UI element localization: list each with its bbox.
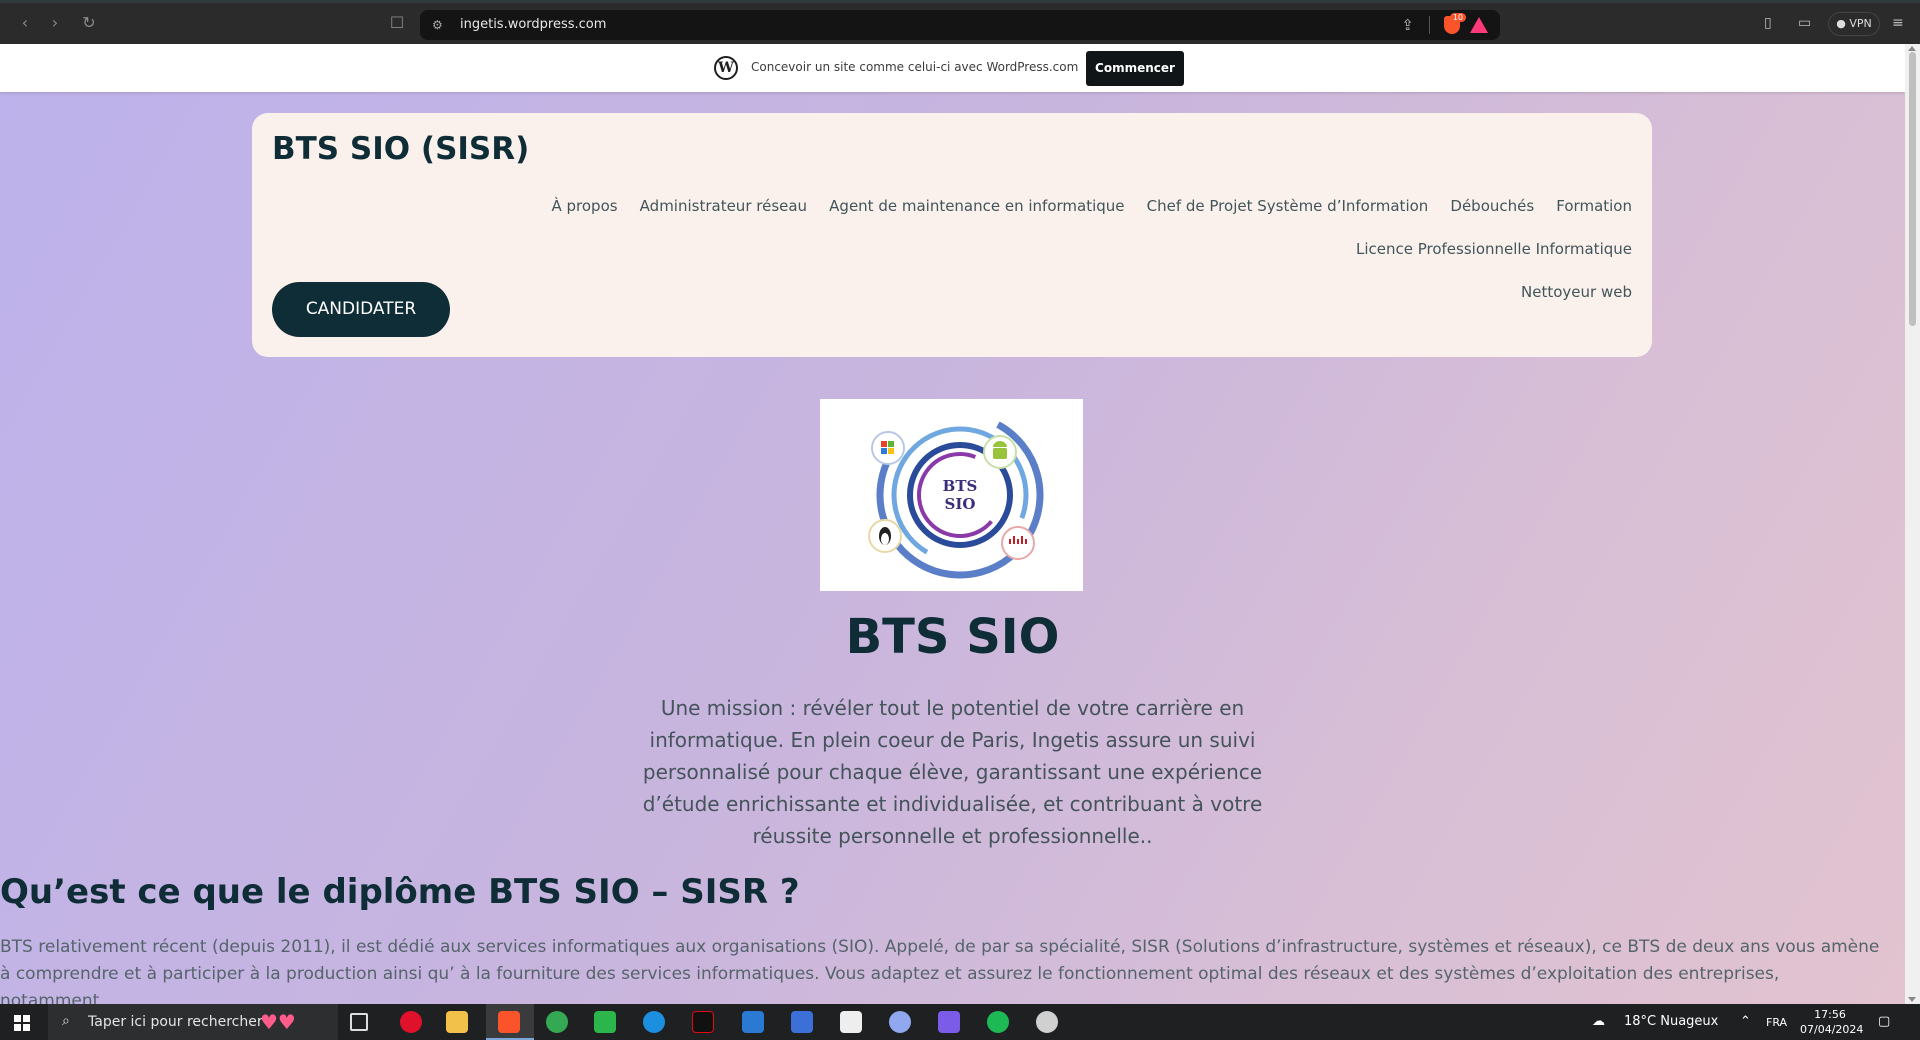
nav-item-a-propos[interactable]: À propos (551, 185, 617, 228)
commencer-button[interactable]: Commencer (1086, 51, 1184, 86)
taskbar-search[interactable]: ⌕ Taper ici pour rechercher ♥♥ (48, 1004, 338, 1040)
divider (1429, 16, 1430, 34)
app-globe-icon[interactable] (889, 1011, 911, 1033)
main-navigation: À propos Administrateur réseau Agent de … (312, 185, 1632, 314)
nav-item-administrateur-reseau[interactable]: Administrateur réseau (640, 185, 807, 228)
netflix-icon[interactable] (692, 1011, 714, 1033)
edge-icon[interactable] (643, 1011, 665, 1033)
candidater-button[interactable]: CANDIDATER (272, 282, 450, 337)
gamepad-icon[interactable] (938, 1011, 960, 1033)
hero-title: BTS SIO (845, 609, 1060, 665)
scroll-down-icon[interactable] (1908, 997, 1916, 1002)
nav-item-licence-pro[interactable]: Licence Professionnelle Informatique (1356, 228, 1632, 271)
chrome-icon[interactable] (546, 1011, 568, 1033)
task-view-icon[interactable] (350, 1013, 368, 1031)
nav-item-chef-de-projet[interactable]: Chef de Projet Système d’Information (1147, 185, 1429, 228)
notifications-icon[interactable]: ▢ (1878, 1014, 1890, 1029)
shields-count-badge: 10 (1449, 13, 1466, 22)
page-scrollbar[interactable] (1905, 44, 1920, 1004)
nav-item-debouches[interactable]: Débouchés (1450, 185, 1534, 228)
wordpress-banner-text[interactable]: Concevoir un site comme celui-ci avec Wo… (751, 60, 1078, 74)
mail-icon[interactable] (742, 1011, 764, 1033)
page-viewport: W Concevoir un site comme celui-ci avec … (0, 44, 1905, 1004)
site-settings-icon[interactable]: ⚙ (432, 18, 446, 32)
opera-icon[interactable] (400, 1011, 422, 1033)
store-icon[interactable] (791, 1011, 813, 1033)
clock[interactable]: 17:56 07/04/2024 (1800, 1007, 1864, 1037)
site-header: BTS SIO (SISR) À propos Administrateur r… (252, 113, 1652, 357)
app-a-icon[interactable] (840, 1011, 862, 1033)
vpn-label: VPN (1849, 17, 1872, 30)
file-explorer-icon[interactable] (446, 1011, 468, 1033)
section-body-text: BTS relativement récent (depuis 2011), i… (0, 937, 1880, 1004)
wordpress-logo-icon[interactable]: W (714, 56, 738, 80)
windows-start-icon[interactable] (14, 1015, 30, 1031)
url-text[interactable]: ingetis.wordpress.com (460, 17, 606, 32)
brave-rewards-icon[interactable] (1470, 17, 1488, 33)
share-icon[interactable]: ⇪ (1401, 16, 1414, 34)
scroll-up-icon[interactable] (1908, 46, 1916, 51)
address-bar[interactable]: ⚙ ingetis.wordpress.com ⇪ 10 (420, 10, 1500, 40)
settings-icon[interactable] (1036, 1011, 1058, 1033)
windows-taskbar: ⌕ Taper ici pour rechercher ♥♥ ☁ 18°C Nu… (0, 1004, 1920, 1040)
forward-icon[interactable]: › (46, 14, 64, 32)
bookmark-icon[interactable]: ☐ (388, 14, 406, 32)
clock-date: 07/04/2024 (1800, 1023, 1864, 1036)
browser-toolbar: ‹ › ↻ ☐ ⚙ ingetis.wordpress.com ⇪ 10 ▯ ▭… (0, 0, 1920, 44)
back-icon[interactable]: ‹ (16, 14, 34, 32)
spotify-icon[interactable] (987, 1011, 1009, 1033)
reload-icon[interactable]: ↻ (80, 14, 98, 32)
app-icon[interactable] (594, 1011, 616, 1033)
vpn-button[interactable]: ● VPN (1828, 12, 1880, 36)
nav-item-nettoyeur-web[interactable]: Nettoyeur web (1521, 271, 1632, 314)
nav-item-formation[interactable]: Formation (1556, 185, 1632, 228)
weather-icon[interactable]: ☁ (1592, 1014, 1605, 1029)
site-title[interactable]: BTS SIO (SISR) (272, 131, 529, 167)
nav-item-agent-maintenance[interactable]: Agent de maintenance en informatique (829, 185, 1124, 228)
brave-icon[interactable] (498, 1011, 520, 1033)
menu-icon[interactable]: ≡ (1892, 15, 1904, 31)
section-title: Qu’est ce que le diplôme BTS SIO – SISR … (0, 872, 800, 912)
weather-text[interactable]: 18°C Nuageux (1624, 1014, 1718, 1029)
logo-line-2: SIO (945, 495, 976, 513)
wordpress-banner: W Concevoir un site comme celui-ci avec … (0, 44, 1905, 92)
sidebar-icon[interactable]: ▯ (1764, 15, 1772, 31)
hero-mission-text: Une mission : révéler tout le potentiel … (642, 696, 1263, 848)
wallet-icon[interactable]: ▭ (1798, 15, 1811, 31)
clock-time: 17:56 (1814, 1008, 1846, 1021)
tray-overflow-icon[interactable]: ⌃ (1740, 1014, 1751, 1029)
search-icon: ⌕ (62, 1013, 70, 1029)
language-indicator[interactable]: FRA (1766, 1016, 1787, 1029)
bts-sio-logo-image: BTS SIO (820, 399, 1083, 591)
scrollbar-thumb[interactable] (1909, 52, 1916, 326)
search-highlight-icon: ♥♥ (260, 1010, 296, 1034)
taskbar-search-placeholder: Taper ici pour rechercher (88, 1014, 263, 1030)
logo-line-1: BTS (943, 477, 978, 495)
